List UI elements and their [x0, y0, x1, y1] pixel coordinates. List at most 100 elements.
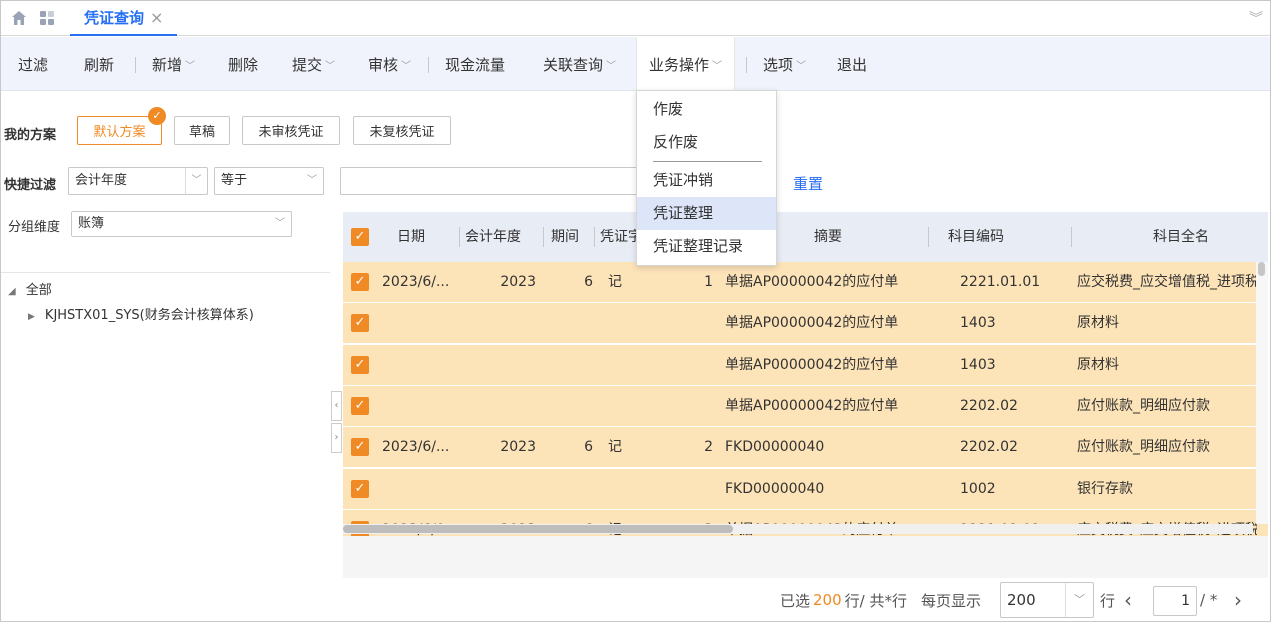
- refresh-button[interactable]: 刷新: [84, 37, 114, 91]
- column-header-summary[interactable]: 摘要: [814, 212, 842, 262]
- menu-item-organize-log[interactable]: 凭证整理记录: [637, 230, 776, 263]
- cell-word: [608, 345, 638, 386]
- table-row[interactable]: ✓ 单据AP00000042的应付单 1403 原材料: [343, 344, 1268, 386]
- row-checkbox[interactable]: ✓: [351, 314, 369, 333]
- cashflow-button[interactable]: 现金流量: [445, 37, 505, 91]
- next-page-icon[interactable]: ›: [1234, 580, 1242, 620]
- cell-code: 1002: [960, 480, 996, 497]
- caret-right-icon[interactable]: ▶: [28, 312, 35, 322]
- table-row[interactable]: ✓ 单据AP00000042的应付单 1403 原材料: [343, 303, 1268, 345]
- scheme-draft-button[interactable]: 草稿: [174, 116, 230, 145]
- selection-summary: 已选 200 行/ 共*行 每页显示: [780, 591, 981, 610]
- page-number-input[interactable]: 1: [1153, 586, 1197, 616]
- column-divider: [543, 227, 544, 247]
- toolbar-divider: [135, 57, 136, 73]
- table-row[interactable]: ✓ 2023/6/... 2023 6 记 2 FKD00000040 2202.02 应付账款…: [343, 427, 1268, 469]
- toolbar-divider: [428, 57, 429, 73]
- new-button[interactable]: 新增 ﹀: [152, 37, 195, 91]
- table-row[interactable]: ✓ 2023/6/... 2023 6 记 1 单据AP00000042的应付单 2221.0…: [343, 262, 1268, 303]
- menu-item-void[interactable]: 作废: [637, 93, 776, 126]
- row-checkbox[interactable]: ✓: [351, 355, 369, 374]
- caret-down-icon[interactable]: ◢: [8, 286, 16, 297]
- table-row[interactable]: ✓ 单据AP00000042的应付单 2202.02 应付账款_明细应付款: [343, 385, 1268, 427]
- close-icon[interactable]: ×: [150, 8, 163, 27]
- cell-name: 银行存款: [1077, 480, 1133, 497]
- cell-period: 6: [584, 274, 593, 290]
- chevron-down-icon: ﹀: [1065, 583, 1093, 617]
- row-checkbox[interactable]: ✓: [351, 396, 369, 415]
- check-icon: ✓: [148, 107, 166, 125]
- options-button[interactable]: 选项 ﹀: [763, 37, 806, 91]
- exit-button[interactable]: 退出: [837, 37, 867, 91]
- cell-year: [468, 386, 536, 427]
- column-header-account-name[interactable]: 科目全名: [1153, 212, 1209, 262]
- prev-page-icon[interactable]: ‹: [1124, 580, 1132, 620]
- chevron-down-icon: ﹀: [185, 60, 196, 72]
- cell-word: 记: [608, 274, 622, 290]
- cell-summary: 单据AP00000042的应付单: [725, 397, 899, 414]
- menu-item-reverse[interactable]: 凭证冲销: [637, 164, 776, 197]
- row-checkbox[interactable]: ✓: [351, 479, 369, 498]
- cell-name: 原材料: [1077, 315, 1119, 332]
- menu-item-organize[interactable]: 凭证整理: [637, 197, 776, 230]
- cell-period: 6: [584, 439, 593, 456]
- select-all-checkbox[interactable]: ✓: [351, 228, 369, 246]
- cell-no: [683, 345, 713, 386]
- column-header-date[interactable]: 日期: [397, 212, 425, 262]
- cell-word: [608, 386, 638, 427]
- filter-value-input[interactable]: [340, 167, 638, 195]
- scrollbar-thumb[interactable]: [343, 525, 733, 533]
- row-checkbox[interactable]: ✓: [351, 273, 369, 291]
- cell-code: 1403: [960, 356, 996, 373]
- audit-button[interactable]: 审核 ﹀: [368, 37, 411, 91]
- group-dimension-select[interactable]: 账簿 ﹀: [71, 211, 292, 237]
- tree-node-child[interactable]: ▶ KJHSTX01_SYS(财务会计核算体系): [28, 304, 254, 323]
- double-chevron-down-icon[interactable]: ︾: [1249, 8, 1263, 28]
- submit-button[interactable]: 提交 ﹀: [292, 37, 335, 91]
- cell-word: 记: [608, 439, 622, 456]
- column-header-voucher-word[interactable]: 凭证字: [600, 212, 636, 262]
- scheme-unaudited-button[interactable]: 未审核凭证: [242, 116, 340, 145]
- scheme-unreviewed-button[interactable]: 未复核凭证: [353, 116, 451, 145]
- column-header-year[interactable]: 会计年度: [465, 212, 521, 262]
- column-header-period[interactable]: 期间: [551, 212, 579, 262]
- filter-field-select[interactable]: 会计年度 ﹀: [68, 167, 208, 195]
- expand-right-button[interactable]: ›: [331, 423, 342, 453]
- row-checkbox[interactable]: ✓: [351, 438, 369, 457]
- tree-node-root[interactable]: ◢ 全部: [8, 279, 52, 298]
- column-divider: [928, 227, 929, 247]
- table-row[interactable]: ✓ FKD00000040 1002 银行存款: [343, 468, 1268, 510]
- cell-period: [553, 303, 593, 344]
- rows-unit-label: 行: [1100, 591, 1116, 610]
- cell-year: [468, 303, 536, 344]
- reset-link[interactable]: 重置: [793, 173, 823, 194]
- scrollbar-thumb[interactable]: [1258, 262, 1265, 276]
- business-ops-button[interactable]: 业务操作 ﹀: [636, 37, 736, 91]
- table-header: ✓ 日期 会计年度 期间 凭证字 摘要 科目编码 科目全名: [343, 212, 1268, 262]
- cell-date: [382, 345, 462, 386]
- delete-button[interactable]: 删除: [228, 37, 258, 91]
- column-header-account-code[interactable]: 科目编码: [948, 212, 1004, 262]
- cell-code: 2202.02: [960, 397, 1018, 414]
- cell-code: 2221.01.01: [960, 274, 1041, 290]
- apps-icon[interactable]: [38, 9, 56, 27]
- menu-item-unvoid[interactable]: 反作废: [637, 126, 776, 159]
- toolbar-divider: [746, 57, 747, 73]
- collapse-left-button[interactable]: ‹: [331, 391, 342, 421]
- tab-label: 凭证查询: [84, 8, 145, 27]
- vertical-scrollbar[interactable]: [1256, 262, 1268, 524]
- page-total-label: / *: [1200, 591, 1218, 609]
- home-icon[interactable]: [10, 9, 28, 27]
- horizontal-scrollbar[interactable]: [343, 524, 1253, 534]
- cell-date: [382, 303, 462, 344]
- tab-voucher-query[interactable]: 凭证查询 ×: [70, 0, 178, 36]
- cell-no: [683, 303, 713, 344]
- chevron-down-icon: ﹀: [275, 218, 285, 229]
- related-query-button[interactable]: 关联查询 ﹀: [543, 37, 616, 91]
- page-size-select[interactable]: 200 ﹀: [1000, 582, 1094, 618]
- filter-operator-select[interactable]: 等于 ﹀: [214, 167, 324, 195]
- cell-name: 应付账款_明细应付款: [1077, 439, 1210, 456]
- chevron-down-icon: ﹀: [796, 60, 807, 72]
- cell-no: [683, 469, 713, 510]
- filter-button[interactable]: 过滤: [18, 37, 48, 91]
